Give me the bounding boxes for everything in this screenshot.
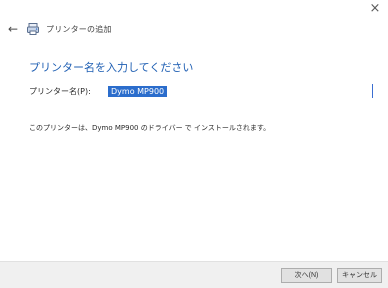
text-caret: [372, 84, 373, 98]
printer-name-selected-text: Dymo MP900: [108, 86, 168, 97]
driver-info-text: このプリンターは、Dymo MP900 のドライバー で インストールされます。: [29, 124, 271, 132]
dialog-titlebar: ← プリンターの追加: [6, 20, 112, 38]
printer-name-label: プリンター名(P):: [29, 87, 91, 96]
back-arrow-icon[interactable]: ←: [6, 22, 20, 36]
dialog-title: プリンターの追加: [46, 24, 112, 34]
printer-icon: [27, 23, 39, 35]
close-icon[interactable]: ×: [368, 2, 382, 16]
dialog-footer: 次へ(N) キャンセル: [0, 261, 388, 288]
next-button[interactable]: 次へ(N): [281, 268, 332, 283]
add-printer-dialog: × ← プリンターの追加 プリンター名を入力してください プリンター名(P): …: [0, 0, 388, 288]
page-heading: プリンター名を入力してください: [29, 61, 194, 74]
cancel-button[interactable]: キャンセル: [337, 268, 382, 283]
printer-name-row: プリンター名(P): Dymo MP900: [29, 84, 379, 100]
